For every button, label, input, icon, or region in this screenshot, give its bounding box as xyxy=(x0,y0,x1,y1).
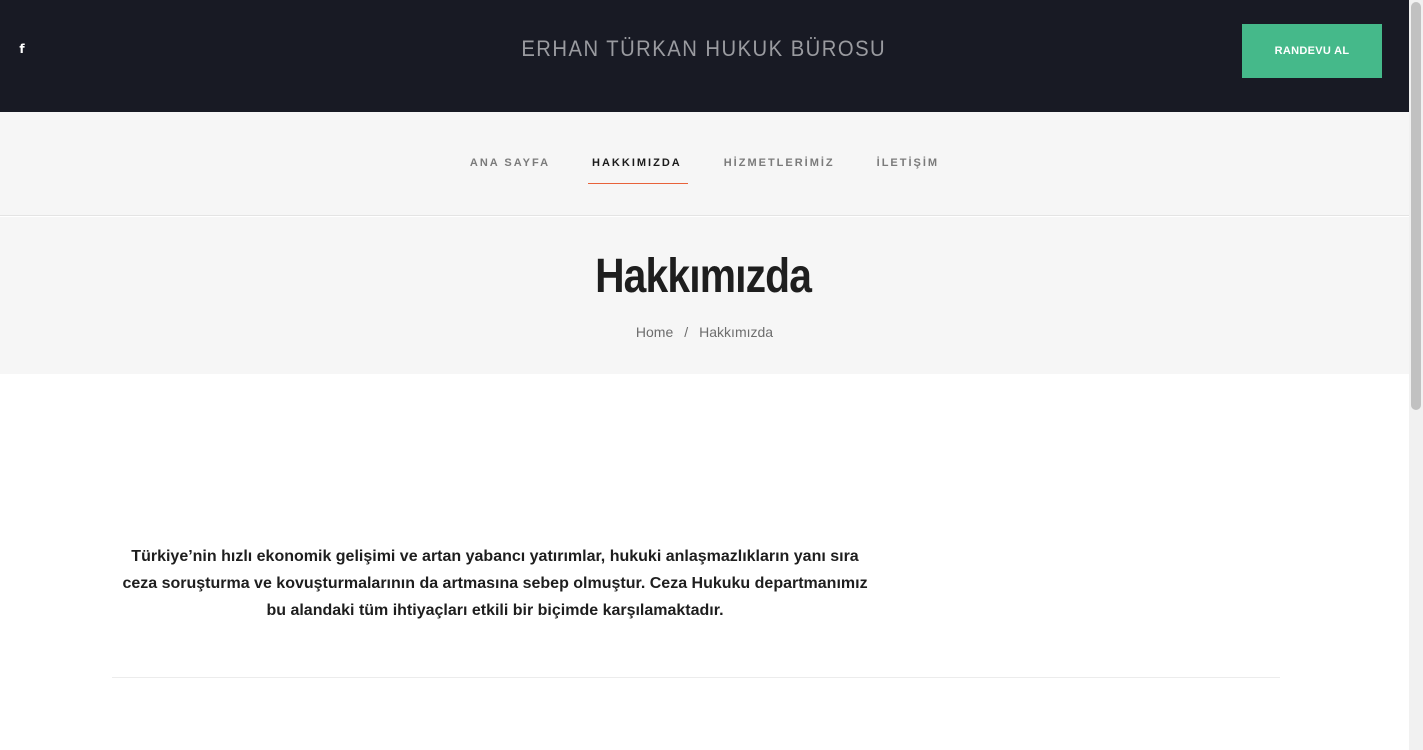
nav-item-label: İLETİŞİM xyxy=(876,157,940,169)
nav-item-contact[interactable]: İLETİŞİM xyxy=(875,112,941,184)
top-header-bar: f ERHAN TÜRKAN HUKUK BÜROSU RANDEVU AL xyxy=(0,0,1409,112)
nav-item-label: ANA SAYFA xyxy=(469,157,551,169)
page-scrollbar[interactable] xyxy=(1409,0,1423,750)
page-header: Hakkımızda Home / Hakkımızda xyxy=(0,217,1409,374)
intro-paragraph: Türkiye’nin hızlı ekonomik gelişimi ve a… xyxy=(122,548,868,619)
breadcrumb: Home / Hakkımızda xyxy=(0,323,1409,341)
nav-list: ANA SAYFA HAKKIMIZDA HİZMETLERİMİZ İLETİ… xyxy=(0,112,1409,216)
nav-item-home[interactable]: ANA SAYFA xyxy=(468,112,552,184)
appointment-button[interactable]: RANDEVU AL xyxy=(1242,24,1382,78)
nav-item-services[interactable]: HİZMETLERİMİZ xyxy=(722,112,837,184)
main-navigation: ANA SAYFA HAKKIMIZDA HİZMETLERİMİZ İLETİ… xyxy=(0,112,1409,216)
breadcrumb-separator: / xyxy=(684,324,689,340)
nav-item-label: HAKKIMIZDA xyxy=(592,157,682,169)
breadcrumb-current: Hakkımızda xyxy=(699,324,774,340)
page-title: Hakkımızda xyxy=(595,250,812,303)
nav-item-label: HİZMETLERİMİZ xyxy=(723,157,835,169)
section-divider xyxy=(112,677,1280,678)
breadcrumb-home-link[interactable]: Home xyxy=(636,324,673,340)
site-title[interactable]: ERHAN TÜRKAN HUKUK BÜROSU xyxy=(56,34,1352,64)
scrollbar-thumb[interactable] xyxy=(1411,2,1421,410)
facebook-icon[interactable]: f xyxy=(15,40,29,58)
nav-item-about[interactable]: HAKKIMIZDA xyxy=(588,112,688,184)
